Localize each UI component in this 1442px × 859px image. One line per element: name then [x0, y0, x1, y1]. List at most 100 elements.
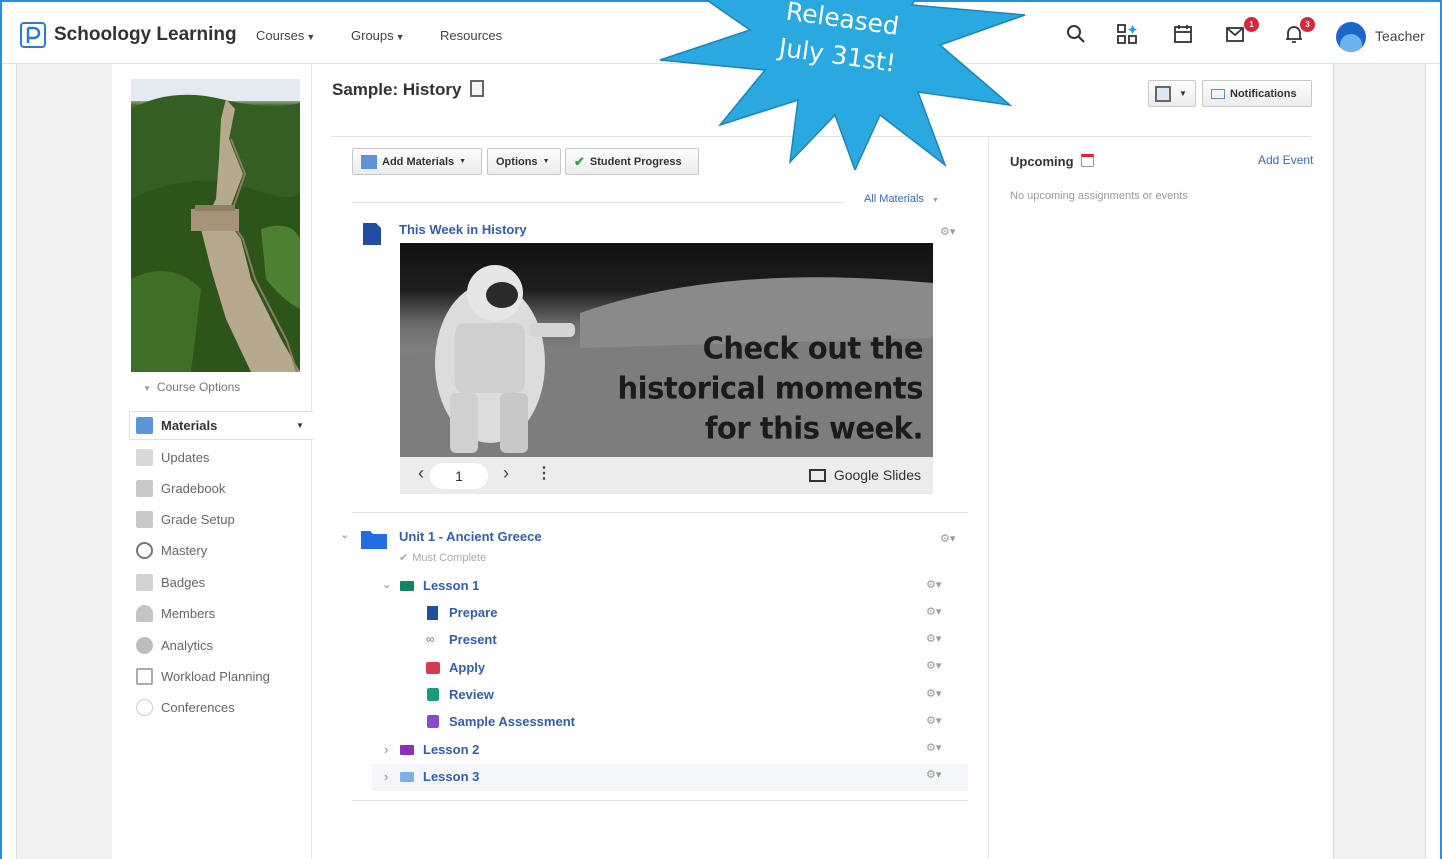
gear-icon[interactable]: ⚙▾ [926, 714, 941, 727]
lesson-2-title[interactable]: Lesson 2 [423, 742, 479, 757]
folder-divider [352, 800, 968, 801]
material-filter[interactable]: All Materials ▼ [864, 193, 939, 205]
gear-icon[interactable]: ⚙▾ [926, 741, 941, 754]
sidebar-item-conferences[interactable]: Conferences [136, 694, 235, 720]
sidebar-item-label: Members [161, 605, 216, 621]
brand-name[interactable]: Schoology Learning [54, 24, 237, 46]
add-materials-button[interactable]: Add Materials ▼ [352, 148, 482, 175]
gear-icon[interactable]: ⚙▾ [940, 532, 955, 545]
requirement-status: ✔ Must Complete [399, 551, 486, 564]
nav-courses[interactable]: Courses ▼ [256, 28, 315, 43]
sidebar-item-gradebook[interactable]: Gradebook [136, 475, 225, 501]
user-name[interactable]: Teacher [1375, 28, 1425, 44]
sidebar-item-label: Mastery [161, 542, 208, 558]
item-sample-assessment[interactable]: Sample Assessment [449, 714, 575, 729]
add-event-link[interactable]: Add Event [1258, 153, 1313, 167]
nav-groups[interactable]: Groups ▼ [351, 28, 405, 43]
small-calendar-icon [1081, 154, 1095, 167]
item-review[interactable]: Review [449, 687, 494, 702]
grade-setup-icon [136, 510, 153, 528]
avatar[interactable] [1336, 22, 1366, 52]
item-present[interactable]: Present [449, 632, 497, 647]
lesson-1-title[interactable]: Lesson 1 [423, 578, 479, 593]
slide-caption: Check out the historical moments for thi… [618, 328, 924, 448]
sidebar-item-members[interactable]: Members [136, 600, 215, 626]
no-events-text: No upcoming assignments or events [1010, 190, 1188, 202]
column-divider [988, 137, 989, 859]
gear-icon[interactable]: ⚙▾ [940, 225, 955, 238]
gear-icon[interactable]: ⚙▾ [926, 659, 941, 672]
chevron-down-icon[interactable]: ⌄ [340, 528, 349, 541]
search-icon[interactable] [1064, 22, 1088, 46]
slides-icon [808, 469, 826, 482]
mastery-icon [136, 541, 153, 559]
sidebar-item-grade-setup[interactable]: Grade Setup [136, 506, 235, 532]
chevron-right-icon[interactable]: › [384, 769, 388, 784]
notifications-button[interactable]: Notifications [1202, 80, 1312, 107]
slide-caption-line: Check out the [702, 330, 924, 366]
chevron-down-icon: ▼ [143, 384, 151, 393]
page-document-icon [363, 223, 381, 245]
page-title: Sample: History [332, 80, 485, 100]
folder-icon [400, 581, 414, 591]
prev-slide-icon[interactable]: ‹ [418, 463, 424, 484]
checkmark-icon: ✔ [399, 552, 409, 564]
course-options-toggle[interactable]: ▼ Course Options [143, 380, 240, 394]
sidebar-item-workload-planning[interactable]: Workload Planning [136, 663, 270, 689]
left-gutter [16, 64, 112, 859]
item-prepare[interactable]: Prepare [449, 605, 497, 620]
folder-icon [400, 745, 414, 755]
sidebar-item-badges[interactable]: Badges [136, 569, 205, 595]
notifications-button-label: Notifications [1230, 87, 1297, 100]
notifications-badge: 3 [1300, 17, 1315, 32]
slide-caption-line: for this week. [704, 410, 924, 446]
requirement-label: Must Complete [412, 552, 487, 564]
chevron-down-icon[interactable]: ▼ [296, 421, 304, 430]
sidebar-item-label: Updates [161, 449, 210, 465]
layout-icon [1155, 85, 1171, 102]
calendar-icon[interactable] [1171, 22, 1195, 46]
gear-icon[interactable]: ⚙▾ [926, 768, 941, 781]
gear-icon[interactable]: ⚙▾ [926, 605, 941, 618]
chevron-right-icon[interactable]: › [384, 742, 388, 757]
toolbar-divider [352, 202, 844, 203]
slide-page-number[interactable]: 1 [430, 463, 488, 489]
gear-icon[interactable]: ⚙▾ [926, 687, 941, 700]
next-slide-icon[interactable]: › [503, 463, 509, 484]
messages-badge: 1 [1244, 17, 1259, 32]
google-slides-link[interactable]: Google Slides [808, 467, 921, 483]
discussion-icon [426, 662, 440, 674]
nav-courses-label: Courses [256, 28, 305, 43]
item-apply[interactable]: Apply [449, 660, 485, 675]
sidebar-item-materials[interactable]: Materials ▼ [136, 412, 304, 438]
gear-icon[interactable]: ⚙▾ [926, 632, 941, 645]
view-toggle-button[interactable]: ▼ [1148, 80, 1196, 107]
options-button[interactable]: Options ▼ [487, 148, 561, 175]
sidebar-item-mastery[interactable]: Mastery [136, 537, 207, 563]
sidebar-item-label: Materials [161, 417, 218, 433]
chevron-down-icon[interactable]: ⌄ [382, 578, 391, 591]
embedded-slide[interactable]: Check out the historical moments for thi… [400, 243, 933, 457]
page-title-text: Sample: History [332, 80, 462, 99]
folder-title-unit-1[interactable]: Unit 1 - Ancient Greece [399, 529, 542, 544]
members-icon [136, 604, 153, 622]
course-profile-image[interactable] [131, 79, 300, 372]
lesson-3-title[interactable]: Lesson 3 [423, 769, 479, 784]
more-options-icon[interactable]: ⋮ [536, 463, 552, 483]
assignment-icon [427, 688, 439, 701]
chevron-down-icon: ▼ [395, 32, 405, 42]
material-title-this-week[interactable]: This Week in History [399, 222, 527, 237]
apps-grid-icon[interactable] [1115, 22, 1139, 46]
folder-icon [400, 772, 414, 782]
add-materials-icon [361, 154, 377, 169]
schoology-logo-icon[interactable] [20, 22, 46, 48]
sidebar-item-label: Grade Setup [161, 511, 235, 527]
gear-icon[interactable]: ⚙▾ [926, 578, 941, 591]
course-options-label: Course Options [156, 380, 241, 394]
sidebar-item-updates[interactable]: Updates [136, 444, 209, 470]
workload-icon [136, 667, 153, 685]
options-label: Options [496, 155, 538, 168]
chevron-down-icon: ▼ [459, 158, 467, 165]
nav-resources[interactable]: Resources [440, 28, 502, 43]
sidebar-item-analytics[interactable]: Analytics [136, 632, 213, 658]
